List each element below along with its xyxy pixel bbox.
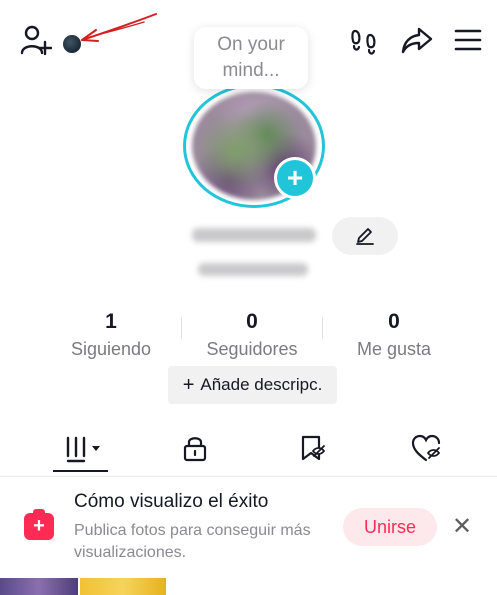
red-arrow-annotation [81,13,157,42]
likes-count: 0 [388,310,400,333]
bubble-line-2: mind... [222,60,280,81]
stat-divider [322,317,323,339]
following-label: Siguiendo [70,339,152,359]
pencil-icon [356,228,374,245]
add-photo-plus-icon[interactable]: + [274,157,316,199]
footprints-icon[interactable] [346,24,382,58]
camera-plus-icon: + [24,509,54,540]
stat-followers[interactable]: 0 Seguidores [196,310,308,360]
stat-divider [181,317,182,339]
profile-screen: On your mind... + 1 Siguiendo 0 Seguidor… [0,0,497,595]
edit-profile-button[interactable] [332,217,398,255]
liked-heart-icon[interactable] [408,430,444,466]
video-thumbnail[interactable] [0,578,78,595]
following-count: 1 [105,310,117,333]
blurred-username [198,263,308,276]
add-description-button[interactable]: + Añade descripc. [168,366,337,404]
banner-subtitle: Publica fotos para conseguir más visuali… [74,522,311,561]
followers-label: Seguidores [206,339,298,359]
active-tab-indicator [53,470,108,472]
menu-icon[interactable] [451,24,485,56]
thought-bubble[interactable]: On your mind... [194,27,308,89]
stat-likes[interactable]: 0 Me gusta [340,310,448,360]
share-icon[interactable] [398,22,436,58]
bookmark-icon[interactable] [295,430,329,466]
add-friend-icon[interactable] [16,22,54,58]
add-description-label: Añade descripc. [200,375,323,394]
close-icon[interactable]: ✕ [452,515,472,539]
plus-icon: + [182,374,195,396]
lock-icon[interactable] [178,430,212,466]
profile-tabs [0,420,497,477]
videos-grid-icon[interactable] [60,430,108,466]
likes-label: Me gusta [356,339,432,359]
bubble-line-1: On your [217,34,285,55]
banner-title: Cómo visualizo el éxito [74,491,269,512]
followers-count: 0 [246,310,258,333]
video-thumbnail[interactable] [80,578,166,595]
stat-following[interactable]: 1 Siguiendo [56,310,166,360]
join-button[interactable]: Unirse [343,508,437,546]
blurred-display-name [192,228,316,242]
